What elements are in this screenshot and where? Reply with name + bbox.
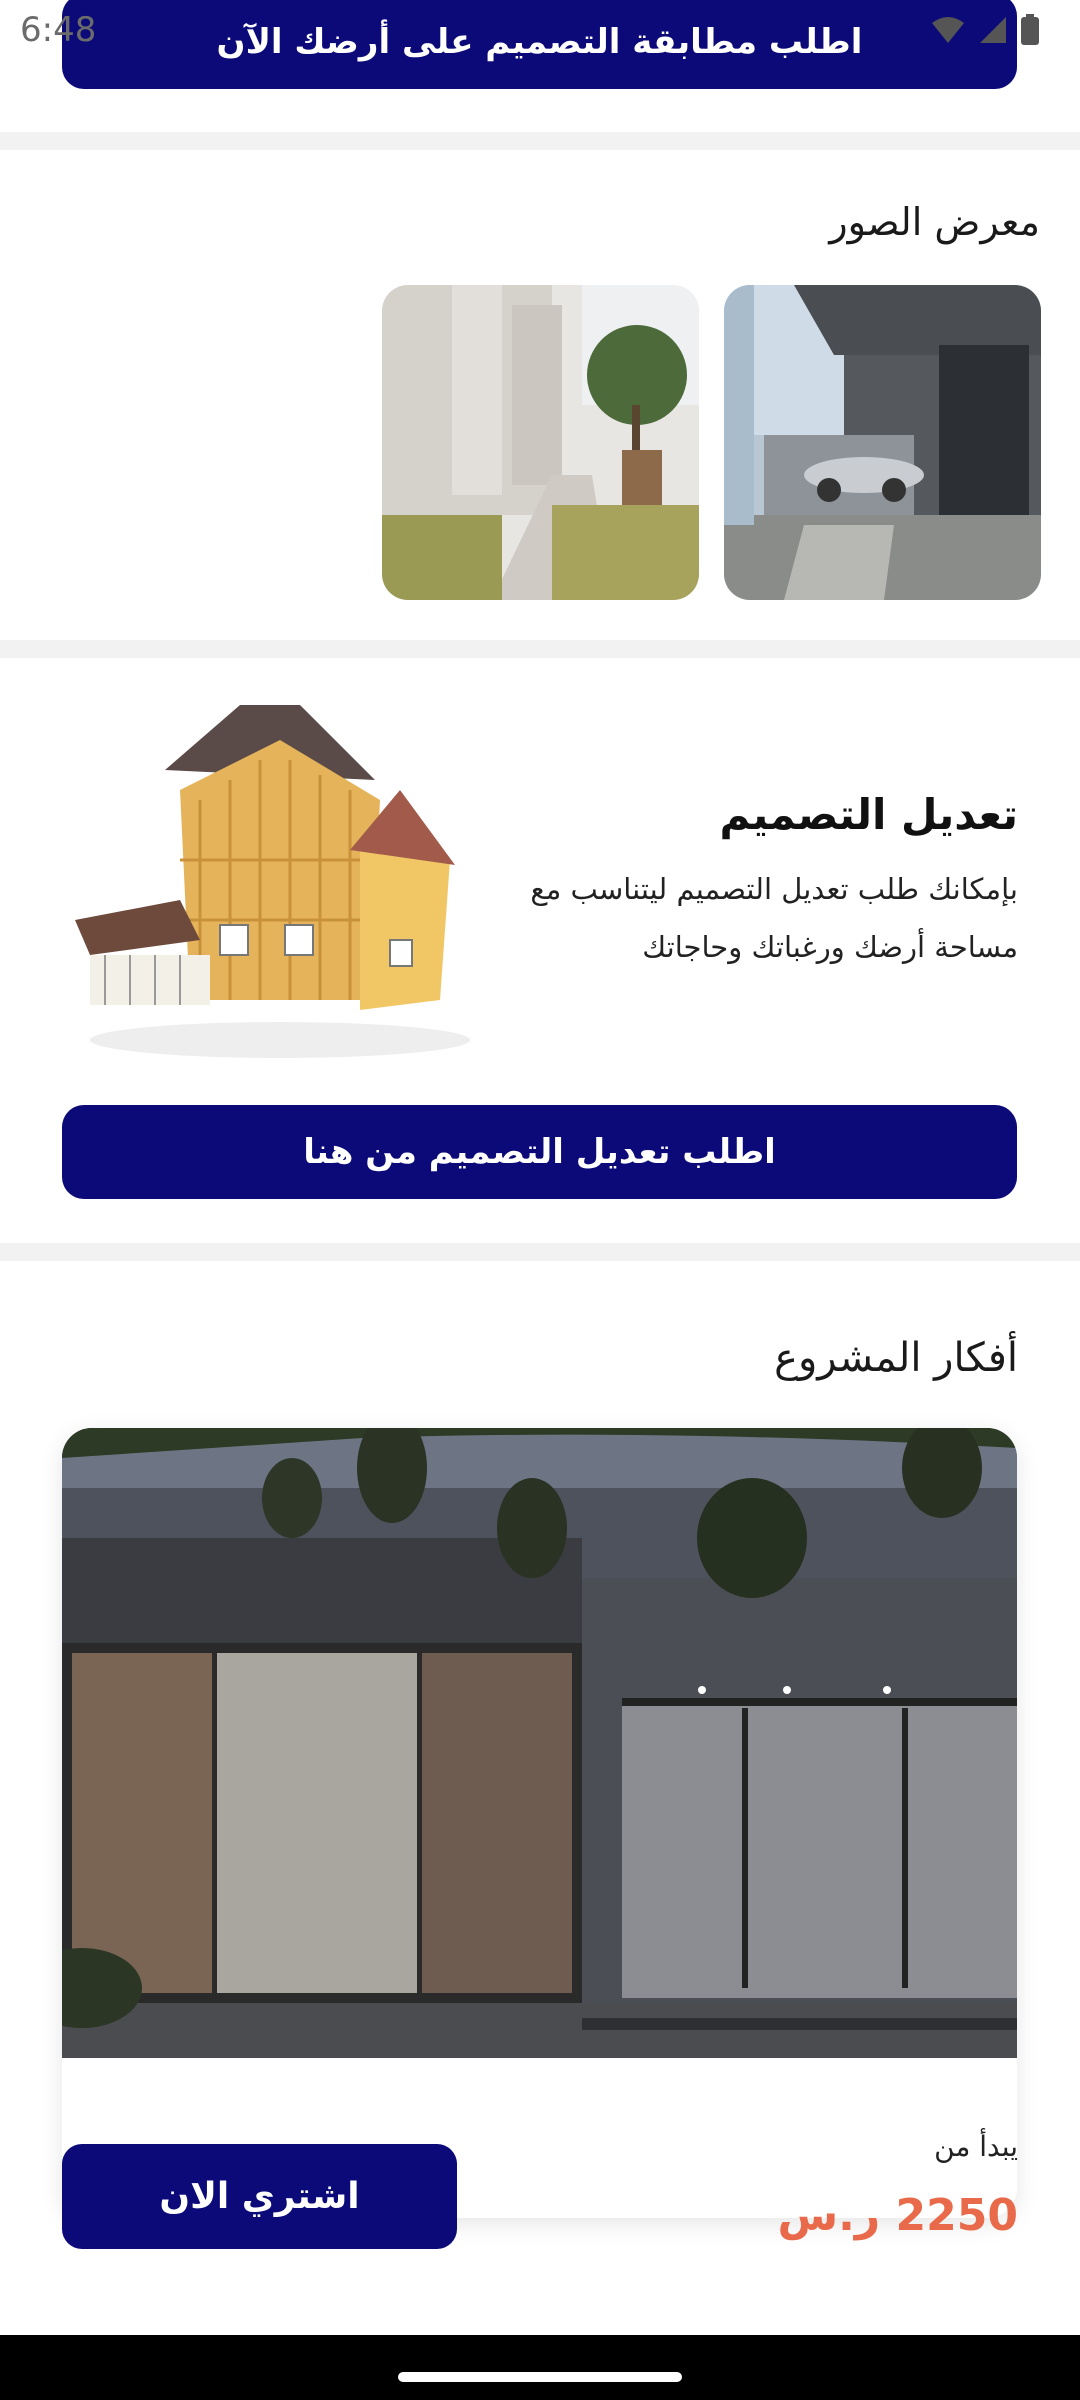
wifi-icon [932,17,964,43]
signal-icon [980,17,1006,43]
modify-design-title: تعديل التصميم [719,790,1018,839]
modify-design-description: بإمكانك طلب تعديل التصميم ليتناسب مع مسا… [530,872,1018,964]
gallery-image-garage[interactable] [724,285,1041,600]
buy-now-button[interactable]: اشتري الان [62,2144,457,2249]
section-divider [0,640,1080,658]
starts-from-label: يبدأ من [934,2130,1018,2163]
project-ideas-title: أفكار المشروع [774,1335,1018,1381]
house-construction-illustration [75,705,470,1058]
status-time: 6:48 [20,10,97,50]
gallery-title: معرض الصور [829,200,1040,244]
battery-icon [1021,14,1039,45]
system-nav-bar [0,2335,1080,2400]
project-card[interactable] [62,1428,1017,2218]
status-bar: 6:48 [0,0,1080,64]
home-gesture-handle[interactable] [398,2372,682,2382]
project-photo [62,1428,1017,2058]
request-modification-button[interactable]: اطلب تعديل التصميم من هنا [62,1105,1017,1199]
section-divider [0,132,1080,150]
gallery-image-garden[interactable] [382,285,699,600]
section-divider [0,1243,1080,1261]
price: 2250 ر.س [777,2190,1018,2241]
status-icons [930,14,1040,46]
